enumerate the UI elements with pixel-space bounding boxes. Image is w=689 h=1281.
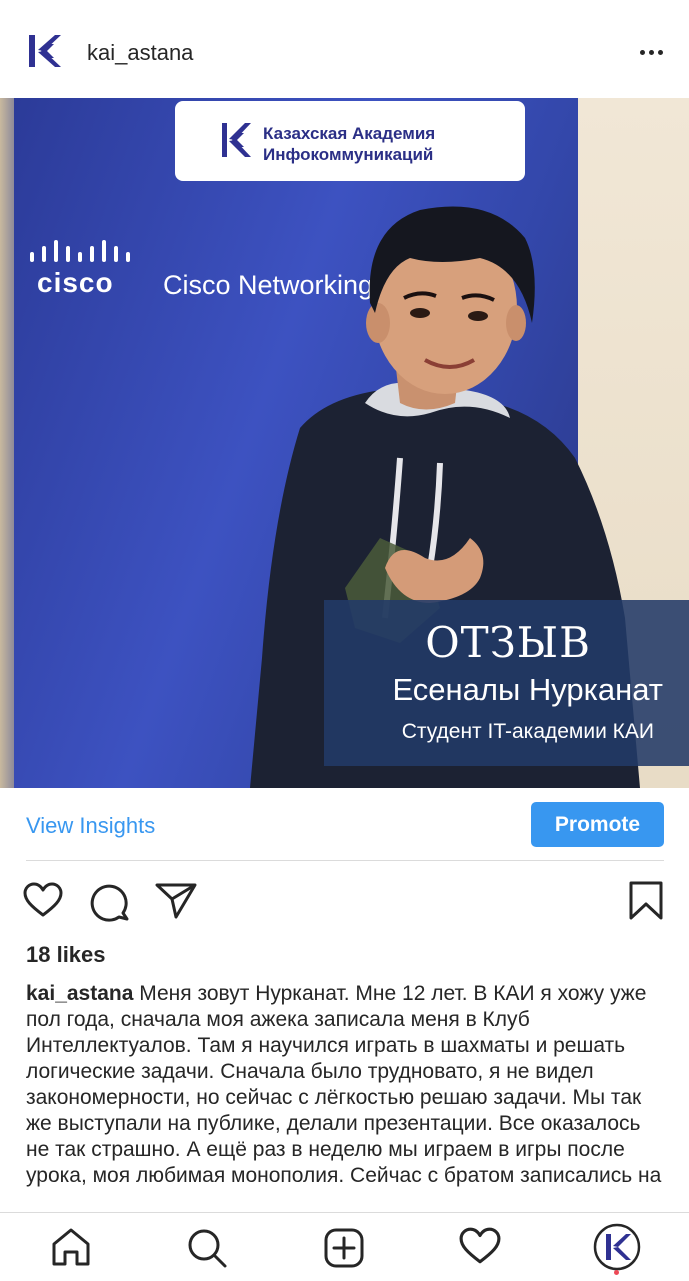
promote-button[interactable]: Promote xyxy=(531,802,664,847)
search-icon[interactable] xyxy=(186,1227,228,1269)
post-caption: kai_astana Меня зовут Нурканат. Мне 12 л… xyxy=(26,981,666,1189)
comment-icon[interactable] xyxy=(90,882,130,922)
view-insights-link[interactable]: View Insights xyxy=(26,813,155,839)
post-photo[interactable]: Казахская Академия Инфокоммуникаций cisc… xyxy=(0,98,689,788)
caption-text: Меня зовут Нурканат. Мне 12 лет. В КАИ я… xyxy=(26,982,662,1187)
likes-count[interactable]: 18 likes xyxy=(26,942,106,968)
home-icon[interactable] xyxy=(50,1227,92,1267)
avatar[interactable] xyxy=(21,28,67,74)
overlay-subtitle: Студент IT-академии КАИ xyxy=(401,720,654,743)
header-username[interactable]: kai_astana xyxy=(87,40,193,66)
activity-icon[interactable] xyxy=(459,1227,501,1265)
overlay-name: Есеналы Нурканат xyxy=(392,672,663,707)
heart-icon[interactable] xyxy=(23,882,63,918)
review-overlay: ОТЗЫВ Есеналы Нурканат Студент IT-академ… xyxy=(324,600,689,766)
more-options-icon[interactable] xyxy=(636,43,668,63)
post-header: kai_astana xyxy=(0,0,689,98)
share-icon[interactable] xyxy=(155,882,197,920)
profile-icon[interactable] xyxy=(593,1223,641,1271)
divider xyxy=(26,860,664,861)
bookmark-icon[interactable] xyxy=(628,880,664,922)
notification-dot xyxy=(614,1270,619,1275)
overlay-title: ОТЗЫВ xyxy=(425,618,591,667)
new-post-icon[interactable] xyxy=(323,1227,365,1269)
caption-author[interactable]: kai_astana xyxy=(26,982,133,1005)
bottom-nav xyxy=(0,1212,689,1281)
